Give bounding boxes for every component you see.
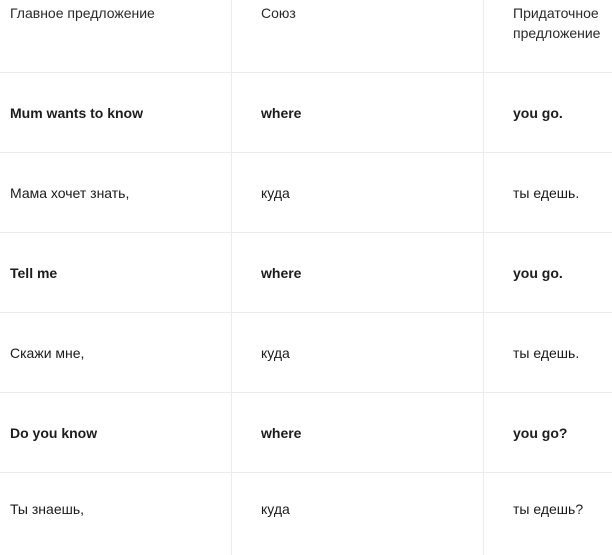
main-clause-cell: Tell me: [0, 233, 232, 312]
main-clause-cell: Mum wants to know: [0, 73, 232, 152]
conjunction-cell: куда: [232, 153, 484, 232]
subordinate-clause-cell: ты едешь.: [513, 184, 580, 201]
conjunction-cell: where: [232, 73, 484, 152]
table-row: Do you know where you go?: [0, 393, 612, 473]
main-clause-cell: Do you know: [0, 393, 232, 472]
grammar-table: Главное предложение Союз Придаточное пре…: [0, 0, 612, 555]
header-main-clause: Главное предложение: [0, 0, 232, 72]
table-row: Скажи мне, куда ты едешь.: [0, 313, 612, 393]
conjunction-cell: куда: [232, 313, 484, 392]
main-clause-cell: Ты знаешь,: [0, 473, 232, 555]
subordinate-clause-cell: you go.: [513, 264, 563, 281]
subordinate-clause-cell: you go.: [513, 104, 563, 121]
subordinate-clause-cell: ты едешь?: [513, 501, 584, 517]
conjunction-cell: where: [232, 393, 484, 472]
main-clause-cell: Мама хочет знать,: [0, 153, 232, 232]
table-row: Мама хочет знать, куда ты едешь.: [0, 153, 612, 233]
table-row: Mum wants to know where you go.: [0, 73, 612, 153]
main-clause-cell: Скажи мне,: [0, 313, 232, 392]
table-row: Tell me where you go.: [0, 233, 612, 313]
table-row: Ты знаешь, куда ты едешь?: [0, 473, 612, 555]
conjunction-cell: where: [232, 233, 484, 312]
header-subordinate-clause: Придаточное предложение: [513, 5, 601, 41]
subordinate-clause-cell: you go?: [513, 424, 568, 441]
header-conjunction: Союз: [232, 0, 484, 72]
conjunction-cell: куда: [232, 473, 484, 555]
table-header-row: Главное предложение Союз Придаточное пре…: [0, 0, 612, 73]
subordinate-clause-cell: ты едешь.: [513, 344, 580, 361]
